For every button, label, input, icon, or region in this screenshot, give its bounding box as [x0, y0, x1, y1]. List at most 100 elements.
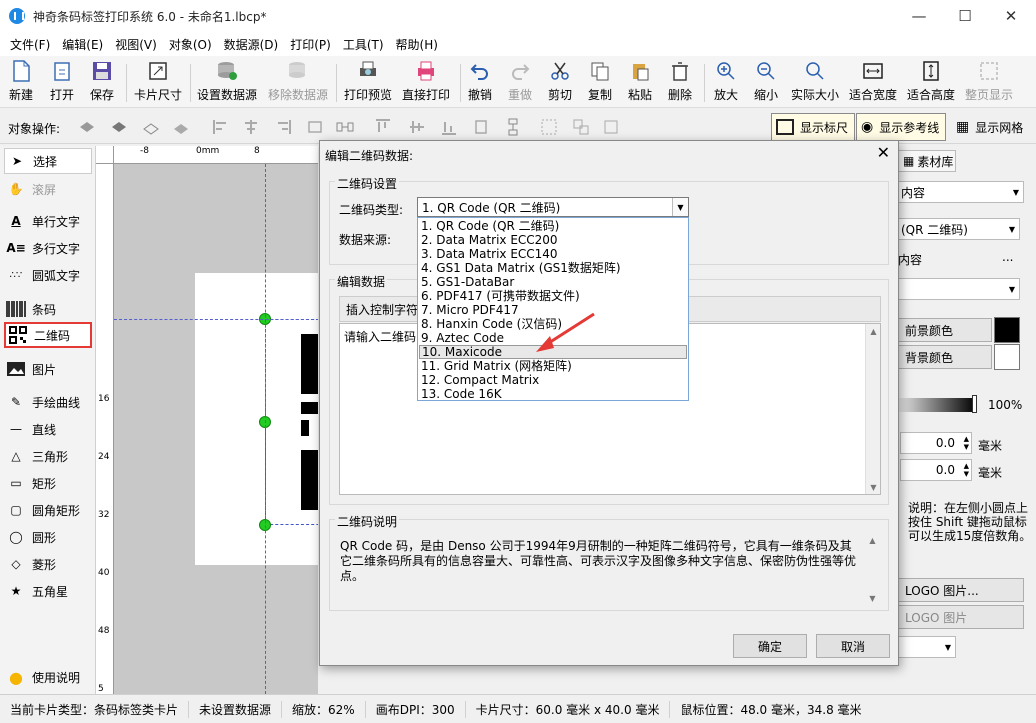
- desc-scrollbar[interactable]: ▲ ▼: [865, 533, 880, 605]
- align-top-icon[interactable]: [374, 118, 392, 136]
- cut-button[interactable]: 剪切: [548, 60, 572, 106]
- lock-icon[interactable]: [602, 118, 620, 136]
- dropdown-option[interactable]: 1. QR Code (QR 二维码): [418, 219, 688, 233]
- scroll-up-icon[interactable]: ▲: [865, 533, 880, 547]
- tool-freehand[interactable]: ✎ 手绘曲线: [4, 389, 92, 415]
- tool-multi-text[interactable]: A≡ 多行文字: [4, 235, 92, 261]
- scroll-down-icon[interactable]: ▼: [866, 480, 881, 494]
- fg-color-button[interactable]: 前景颜色: [896, 318, 992, 342]
- opacity-slider[interactable]: [896, 398, 976, 412]
- bg-color-swatch[interactable]: [994, 344, 1020, 370]
- close-window-button[interactable]: ✕: [988, 0, 1034, 32]
- scroll-up-icon[interactable]: ▲: [866, 324, 881, 338]
- logo-image-button-2[interactable]: LOGO 图片: [896, 605, 1024, 629]
- minimize-button[interactable]: —: [896, 0, 942, 32]
- qr-type-select[interactable]: (QR 二维码) ▼: [896, 218, 1020, 240]
- menu-help[interactable]: 帮助(H): [390, 36, 444, 53]
- cancel-button[interactable]: 取消: [816, 634, 890, 658]
- tool-arc-text[interactable]: ∴∵ 圆弧文字: [4, 262, 92, 288]
- group-icon[interactable]: [540, 118, 558, 136]
- layer-bottom-icon[interactable]: [172, 118, 190, 136]
- card-size-button[interactable]: 卡片尺寸: [134, 60, 182, 106]
- actual-size-button[interactable]: 实际大小: [791, 60, 839, 106]
- textarea-scrollbar[interactable]: ▲ ▼: [865, 324, 880, 494]
- spin-arrows-icon[interactable]: ▲ ▼: [964, 462, 969, 478]
- tool-round-rect[interactable]: ▢ 圆角矩形: [4, 497, 92, 523]
- print-preview-button[interactable]: 打印预览: [344, 60, 392, 106]
- spin-field-1[interactable]: 0.0 ▲ ▼: [900, 432, 972, 454]
- insert-control-button[interactable]: 插入控制字符: [340, 297, 426, 321]
- new-button[interactable]: 新建: [9, 60, 33, 106]
- tool-diamond[interactable]: ◇ 菱形: [4, 551, 92, 577]
- menu-edit[interactable]: 编辑(E): [56, 36, 109, 53]
- tab-material[interactable]: ▦ 素材库: [898, 150, 956, 172]
- bg-color-button[interactable]: 背景颜色: [896, 345, 992, 369]
- set-datasource-button[interactable]: 设置数据源: [197, 60, 257, 106]
- redo-button[interactable]: 重做: [508, 60, 532, 106]
- tool-single-text[interactable]: A 单行文字: [4, 208, 92, 234]
- show-guides-toggle[interactable]: ◉ 显示参考线: [856, 113, 947, 141]
- align-center-icon[interactable]: [242, 118, 260, 136]
- logo-position-select[interactable]: ▼: [896, 636, 956, 658]
- tool-scroll[interactable]: ✋ 滚屏: [4, 176, 92, 202]
- menu-file[interactable]: 文件(F): [4, 36, 56, 53]
- align-right-icon[interactable]: [274, 118, 292, 136]
- dropdown-option[interactable]: 13. Code 16K: [418, 387, 688, 401]
- menu-print[interactable]: 打印(P): [284, 36, 337, 53]
- ungroup-icon[interactable]: [572, 118, 590, 136]
- fg-color-swatch[interactable]: [994, 317, 1020, 343]
- qr-type-select[interactable]: 1. QR Code (QR 二维码) ▼: [417, 197, 689, 217]
- distribute-h-icon[interactable]: [336, 118, 354, 136]
- qrcode-object[interactable]: [265, 319, 318, 525]
- align-left-icon[interactable]: [212, 118, 230, 136]
- logo-image-button[interactable]: LOGO 图片...: [896, 578, 1024, 602]
- tool-triangle[interactable]: △ 三角形: [4, 443, 92, 469]
- guide-horizontal[interactable]: [114, 319, 318, 320]
- dropdown-option[interactable]: 5. GS1-DataBar: [418, 275, 688, 289]
- dropdown-option[interactable]: 11. Grid Matrix (网格矩阵): [418, 359, 688, 373]
- distribute-v-icon[interactable]: [504, 118, 522, 136]
- zoom-out-button[interactable]: 缩小: [754, 60, 778, 106]
- dropdown-arrow-icon[interactable]: ▼: [672, 198, 688, 216]
- layer-down-icon[interactable]: [110, 118, 128, 136]
- maximize-button[interactable]: ☐: [942, 0, 988, 32]
- tool-star[interactable]: ★ 五角星: [4, 578, 92, 604]
- dropdown-option[interactable]: 3. Data Matrix ECC140: [418, 247, 688, 261]
- direct-print-button[interactable]: 直接打印: [402, 60, 450, 106]
- paste-button[interactable]: 粘贴: [628, 60, 652, 106]
- tool-select[interactable]: ➤ 选择: [4, 148, 92, 174]
- label-card[interactable]: [195, 273, 318, 565]
- tool-line[interactable]: — 直线: [4, 416, 92, 442]
- copy-button[interactable]: 复制: [588, 60, 612, 106]
- tool-image[interactable]: 图片: [4, 356, 92, 382]
- fit-height-button[interactable]: 适合高度: [907, 60, 955, 106]
- menu-view[interactable]: 视图(V): [109, 36, 163, 53]
- guide-vertical[interactable]: [265, 164, 266, 694]
- full-page-button[interactable]: 整页显示: [965, 60, 1013, 106]
- align-middle-icon[interactable]: [408, 118, 426, 136]
- spin-field-2[interactable]: 0.0 ▲ ▼: [900, 459, 972, 481]
- style-select[interactable]: ▼: [896, 278, 1020, 300]
- show-grid-toggle[interactable]: ▦ 显示网格: [952, 113, 1029, 141]
- status-card-type[interactable]: 当前卡片类型：条码标签类卡片: [0, 700, 190, 718]
- tool-rect[interactable]: ▭ 矩形: [4, 470, 92, 496]
- menu-object[interactable]: 对象(O): [163, 36, 218, 53]
- show-ruler-toggle[interactable]: 显示标尺: [771, 113, 856, 141]
- content-dropdown[interactable]: 内容 ▼: [896, 181, 1024, 203]
- layer-up-icon[interactable]: [78, 118, 96, 136]
- help-button[interactable]: ● 使用说明: [4, 664, 92, 690]
- undo-button[interactable]: 撤销: [468, 60, 492, 106]
- menu-tools[interactable]: 工具(T): [337, 36, 390, 53]
- dropdown-option[interactable]: 2. Data Matrix ECC200: [418, 233, 688, 247]
- tool-qrcode[interactable]: 二维码: [4, 322, 92, 348]
- tool-circle[interactable]: ◯ 圆形: [4, 524, 92, 550]
- opacity-slider-thumb[interactable]: [972, 395, 977, 413]
- dialog-close-button[interactable]: ✕: [877, 143, 890, 162]
- zoom-in-button[interactable]: 放大: [714, 60, 738, 106]
- open-button[interactable]: 打开: [50, 60, 74, 106]
- ok-button[interactable]: 确定: [733, 634, 807, 658]
- fit-width-button[interactable]: 适合宽度: [849, 60, 897, 106]
- dropdown-option[interactable]: 12. Compact Matrix: [418, 373, 688, 387]
- dropdown-option[interactable]: 4. GS1 Data Matrix (GS1数据矩阵): [418, 261, 688, 275]
- delete-button[interactable]: 删除: [668, 60, 692, 106]
